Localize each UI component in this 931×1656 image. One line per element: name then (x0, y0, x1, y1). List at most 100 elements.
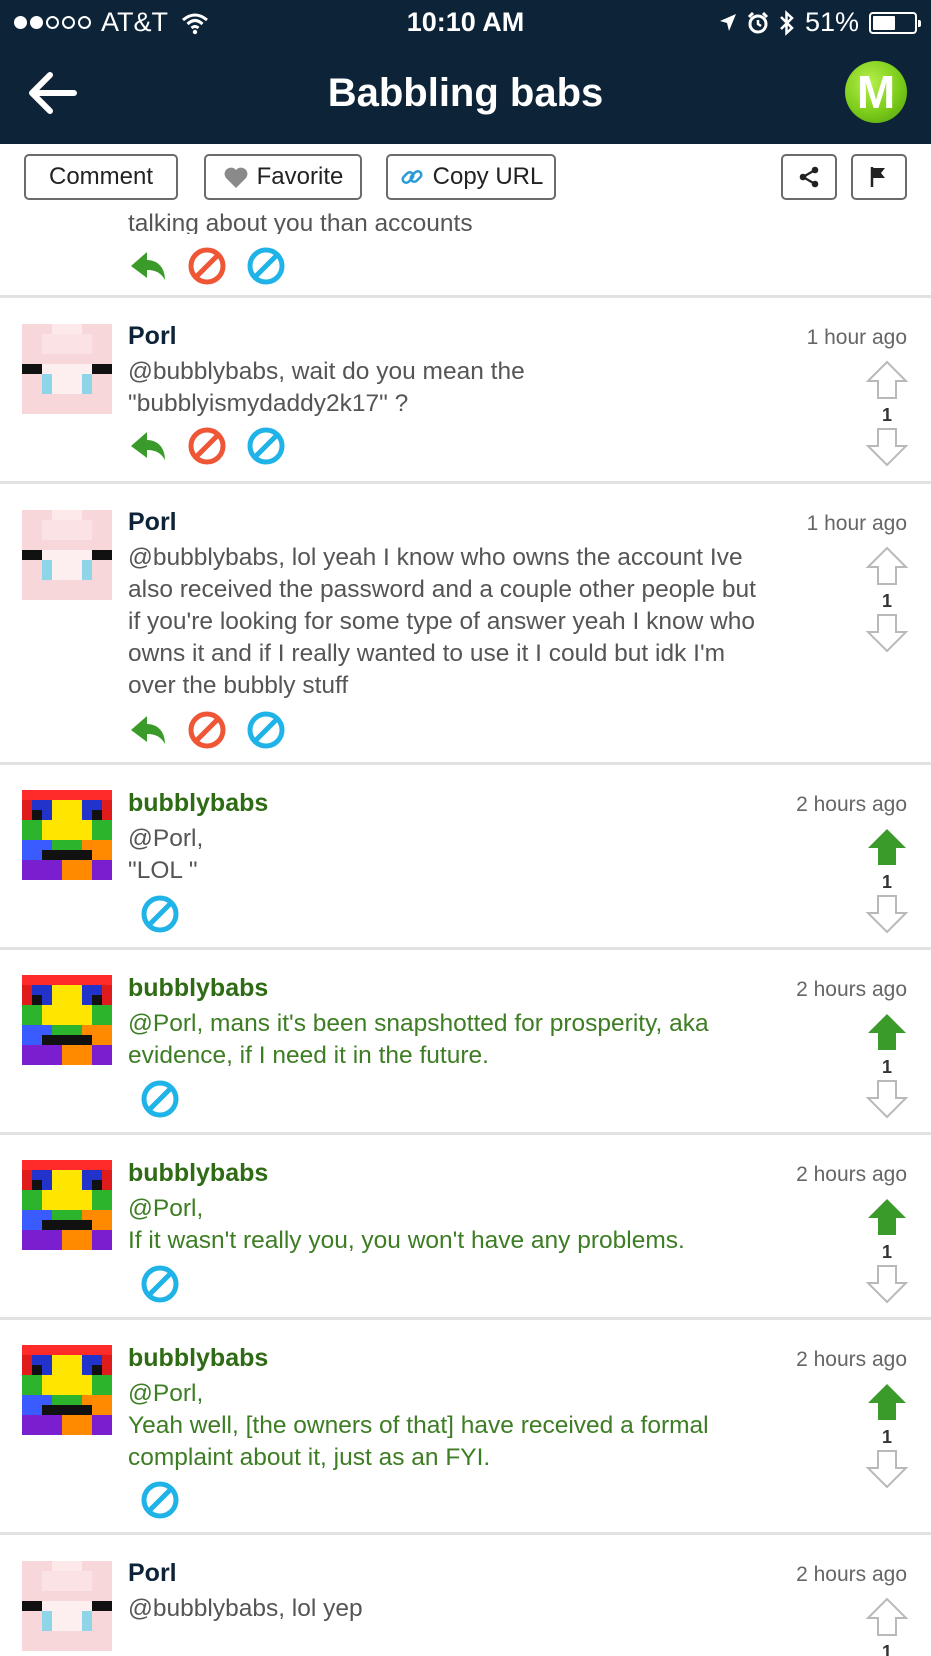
comment-username[interactable]: bubblybabs (128, 1344, 268, 1373)
comment-username[interactable]: bubblybabs (128, 974, 268, 1003)
block-icon[interactable] (187, 246, 227, 286)
comment-actions (128, 426, 286, 466)
upvote-arrow-icon[interactable] (865, 827, 909, 867)
upvote-arrow-icon[interactable] (865, 546, 909, 586)
comment-text: @bubblybabs, lol yeah I know who owns th… (128, 542, 818, 702)
battery-percent: 51% (804, 7, 859, 37)
vote-count: 1 (881, 591, 892, 611)
vote-count: 1 (881, 872, 892, 892)
comment-timestamp: 2 hours ago (796, 793, 907, 816)
hide-icon[interactable] (246, 710, 286, 750)
comment-timestamp: 2 hours ago (796, 1348, 907, 1371)
hide-icon[interactable] (246, 246, 286, 286)
avatar-bubblybabs[interactable] (22, 975, 112, 1065)
upvote-arrow-icon[interactable] (865, 360, 909, 400)
vote-count: 1 (881, 1242, 892, 1262)
comment-username[interactable]: Porl (128, 1559, 177, 1588)
avatar-bubblybabs[interactable] (22, 790, 112, 880)
vote-control: 1 (865, 827, 909, 939)
comment-timestamp: 2 hours ago (796, 1163, 907, 1186)
comment-actions (140, 894, 180, 934)
comment-actions (140, 1079, 180, 1119)
block-icon[interactable] (187, 426, 227, 466)
comment-text: @bubblybabs, lol yep (128, 1593, 818, 1625)
downvote-arrow-icon[interactable] (865, 427, 909, 467)
avatar-bubblybabs[interactable] (22, 1345, 112, 1435)
page-title: Babbling babs (327, 71, 604, 115)
comment-line: over the bubbly stuff (128, 672, 349, 699)
comment-text: @Porl, Yeah well, [the owners of that] h… (128, 1378, 818, 1474)
comment-actions (140, 1480, 180, 1520)
vote-count: 1 (881, 405, 892, 425)
downvote-arrow-icon[interactable] (865, 1449, 909, 1489)
comment-item: bubblybabs 2 hours ago @Porl, Yeah well,… (0, 1320, 931, 1535)
vote-control: 1 (865, 1197, 909, 1309)
action-toolbar: Comment Favorite Copy URL (0, 144, 931, 208)
comment-line: owns it and if I really wanted to use it… (128, 640, 726, 667)
upvote-arrow-icon[interactable] (865, 1197, 909, 1237)
comment-actions (128, 246, 286, 286)
hide-icon[interactable] (140, 1264, 180, 1304)
comment-username[interactable]: Porl (128, 508, 177, 537)
downvote-arrow-icon[interactable] (865, 894, 909, 934)
downvote-arrow-icon[interactable] (865, 613, 909, 653)
upvote-arrow-icon[interactable] (865, 1382, 909, 1422)
downvote-arrow-icon[interactable] (865, 1264, 909, 1304)
hide-icon[interactable] (140, 1079, 180, 1119)
comment-line: @Porl, (128, 1380, 204, 1407)
comment-username[interactable]: bubblybabs (128, 789, 268, 818)
favorite-button-label: Favorite (256, 163, 344, 190)
hide-icon[interactable] (246, 426, 286, 466)
vote-control: 1 (865, 1382, 909, 1494)
favorite-button[interactable]: Favorite (204, 154, 362, 200)
comment-item: bubblybabs 2 hours ago @Porl, mans it's … (0, 950, 931, 1135)
vote-count: 1 (881, 1642, 892, 1656)
avatar-bubblybabs[interactable] (22, 1160, 112, 1250)
comment-line: also received the password and a couple … (128, 576, 756, 603)
comment-line: Yeah well, [the owners of that] have rec… (128, 1412, 709, 1439)
comment-username[interactable]: bubblybabs (128, 1159, 268, 1188)
comment-line: If it wasn't really you, you won't have … (128, 1227, 685, 1254)
avatar-porl[interactable] (22, 324, 112, 414)
comment-line: @bubblybabs, wait do you mean the (128, 358, 525, 385)
partial-comment: talking about you than accounts (0, 208, 931, 298)
battery-icon (869, 11, 921, 34)
comment-text: @Porl, "LOL " (128, 823, 818, 887)
comment-text: @bubblybabs, wait do you mean the "bubbl… (128, 356, 818, 420)
share-button[interactable] (781, 154, 837, 200)
block-icon[interactable] (187, 710, 227, 750)
comment-button[interactable]: Comment (24, 154, 178, 200)
heart-icon (224, 167, 248, 188)
comment-actions (128, 710, 286, 750)
comment-item: bubblybabs 2 hours ago @Porl, "LOL " 1 (0, 765, 931, 950)
upvote-arrow-icon[interactable] (865, 1012, 909, 1052)
comment-line: @bubblybabs, lol yeah I know who owns th… (128, 544, 743, 571)
avatar-porl[interactable] (22, 510, 112, 600)
avatar-porl[interactable] (22, 1561, 112, 1651)
copy-url-button[interactable]: Copy URL (386, 154, 556, 200)
reply-icon[interactable] (128, 426, 168, 466)
nav-header: Babbling babs M (0, 44, 931, 144)
report-button[interactable] (851, 154, 907, 200)
comment-timestamp: 1 hour ago (806, 326, 907, 349)
comment-line: evidence, if I need it in the future. (128, 1042, 489, 1069)
comment-item: Porl 2 hours ago @bubblybabs, lol yep 1 (0, 1535, 931, 1656)
reply-icon[interactable] (128, 246, 168, 286)
comment-text: @Porl, mans it's been snapshotted for pr… (128, 1008, 818, 1072)
app-logo[interactable]: M (845, 61, 907, 123)
vote-count: 1 (881, 1427, 892, 1447)
vote-count: 1 (881, 1057, 892, 1077)
vote-control: 1 (865, 1597, 909, 1656)
bluetooth-icon (780, 9, 794, 36)
link-icon (401, 169, 423, 185)
comment-text: @Porl, If it wasn't really you, you won'… (128, 1193, 818, 1257)
upvote-arrow-icon[interactable] (865, 1597, 909, 1637)
downvote-arrow-icon[interactable] (865, 1079, 909, 1119)
hide-icon[interactable] (140, 1480, 180, 1520)
comment-actions (140, 1264, 180, 1304)
reply-icon[interactable] (128, 710, 168, 750)
hide-icon[interactable] (140, 894, 180, 934)
comment-line: complaint about it, just as an FYI. (128, 1444, 491, 1471)
comment-line: @Porl, mans it's been snapshotted for pr… (128, 1010, 709, 1037)
comment-username[interactable]: Porl (128, 322, 177, 351)
